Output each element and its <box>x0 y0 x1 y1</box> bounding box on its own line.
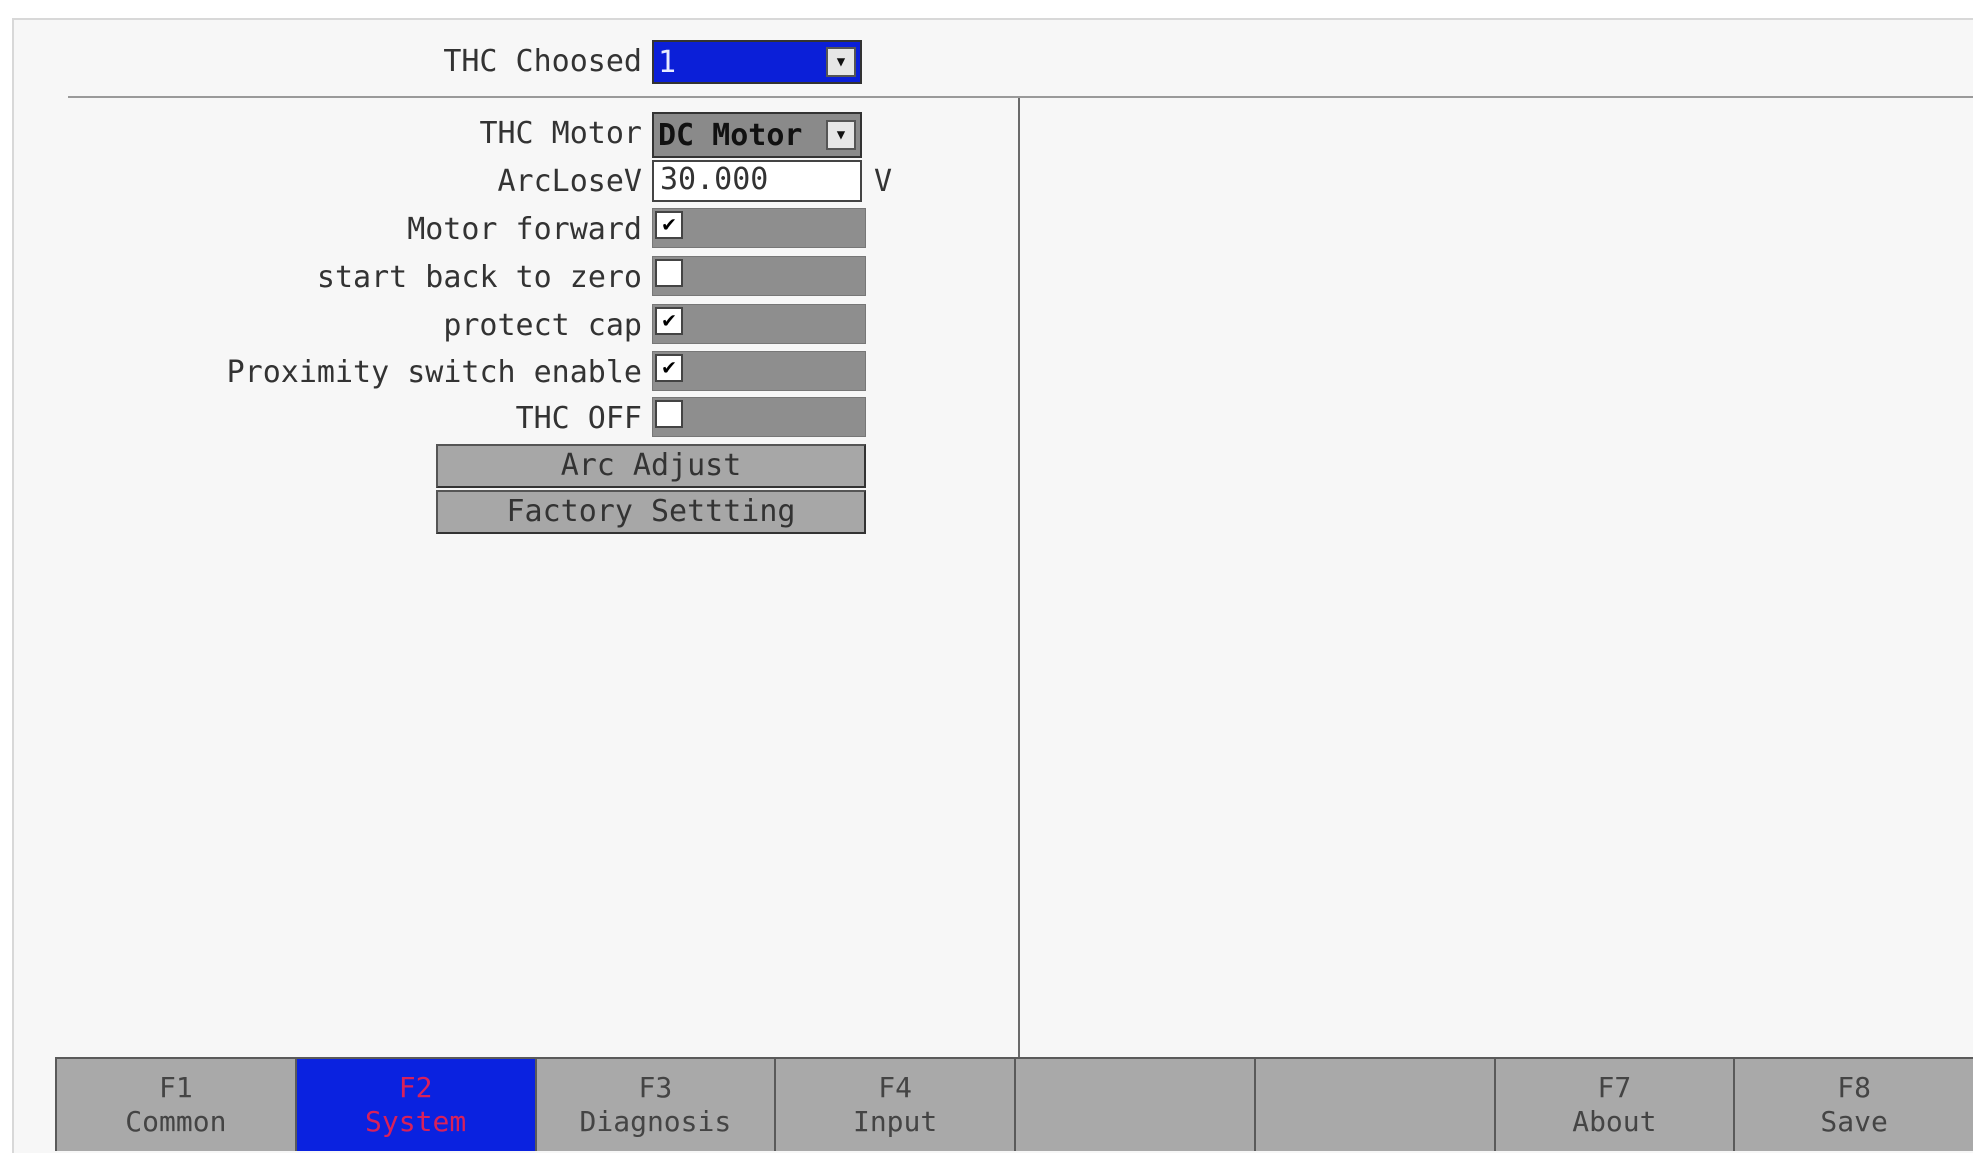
arc-lose-v-input[interactable]: 30.000 <box>652 160 862 202</box>
fkey-label: About <box>1572 1105 1657 1138</box>
f8-save-key[interactable]: F8 Save <box>1733 1057 1973 1151</box>
f1-common-key[interactable]: F1 Common <box>55 1057 295 1151</box>
proximity-switch-enable-checkbox[interactable]: ✔ <box>655 354 683 382</box>
fkey-id: F1 <box>159 1071 193 1104</box>
arc-adjust-button[interactable]: Arc Adjust <box>436 444 866 488</box>
proximity-switch-enable-row: ✔ <box>652 351 866 391</box>
chevron-down-icon[interactable]: ▼ <box>826 47 856 77</box>
fkey-label: Common <box>125 1105 227 1138</box>
protect-cap-checkbox[interactable]: ✔ <box>655 307 683 335</box>
thc-choosed-value: 1 <box>658 44 677 80</box>
thc-choosed-select[interactable]: 1 ▼ <box>652 40 862 84</box>
header-divider <box>68 96 1973 98</box>
fkey-label: System <box>365 1105 467 1138</box>
fkey-id: F2 <box>398 1071 433 1104</box>
chevron-down-icon[interactable]: ▼ <box>826 120 856 150</box>
fkey-label: Diagnosis <box>579 1105 732 1138</box>
f7-about-key[interactable]: F7 About <box>1493 1057 1734 1151</box>
protect-cap-row: ✔ <box>652 304 866 344</box>
panel-divider <box>1018 98 1020 1058</box>
thc-settings-screen <box>12 18 1973 1153</box>
start-back-to-zero-checkbox[interactable] <box>655 259 683 287</box>
f2-system-key[interactable]: F2 System <box>294 1057 535 1151</box>
arc-lose-v-label: ArcLoseV <box>497 164 643 199</box>
fkey-label: Input <box>852 1105 938 1138</box>
thc-choosed-label: THC Choosed <box>443 44 642 79</box>
factory-setting-button[interactable]: Factory Settting <box>436 490 866 534</box>
start-back-to-zero-label: start back to zero <box>316 260 642 295</box>
fkey-id: F7 <box>1597 1071 1632 1104</box>
f6-empty-key[interactable] <box>1253 1057 1494 1151</box>
f5-empty-key[interactable] <box>1014 1057 1254 1151</box>
thc-off-row <box>652 397 866 437</box>
proximity-switch-enable-label: Proximity switch enable <box>226 355 642 390</box>
motor-forward-label: Motor forward <box>407 212 642 247</box>
thc-motor-value: DC Motor <box>658 117 803 153</box>
arc-lose-v-unit: V <box>874 164 893 199</box>
fkey-id: F3 <box>638 1071 673 1104</box>
fkey-id: F4 <box>878 1071 912 1104</box>
motor-forward-checkbox[interactable]: ✔ <box>655 211 683 239</box>
motor-forward-row: ✔ <box>652 208 866 248</box>
fkey-label: Save <box>1820 1105 1888 1138</box>
thc-off-label: THC OFF <box>515 401 642 436</box>
thc-motor-select[interactable]: DC Motor ▼ <box>652 112 862 158</box>
start-back-to-zero-row <box>652 256 866 296</box>
f3-diagnosis-key[interactable]: F3 Diagnosis <box>534 1057 775 1151</box>
thc-motor-label: THC Motor <box>479 116 642 151</box>
f4-input-key[interactable]: F4 Input <box>774 1057 1014 1151</box>
function-key-bar: F1 Common F2 System F3 Diagnosis F4 Inpu… <box>55 1057 1973 1151</box>
thc-off-checkbox[interactable] <box>655 400 683 428</box>
protect-cap-label: protect cap <box>443 308 642 343</box>
fkey-id: F8 <box>1837 1071 1871 1104</box>
